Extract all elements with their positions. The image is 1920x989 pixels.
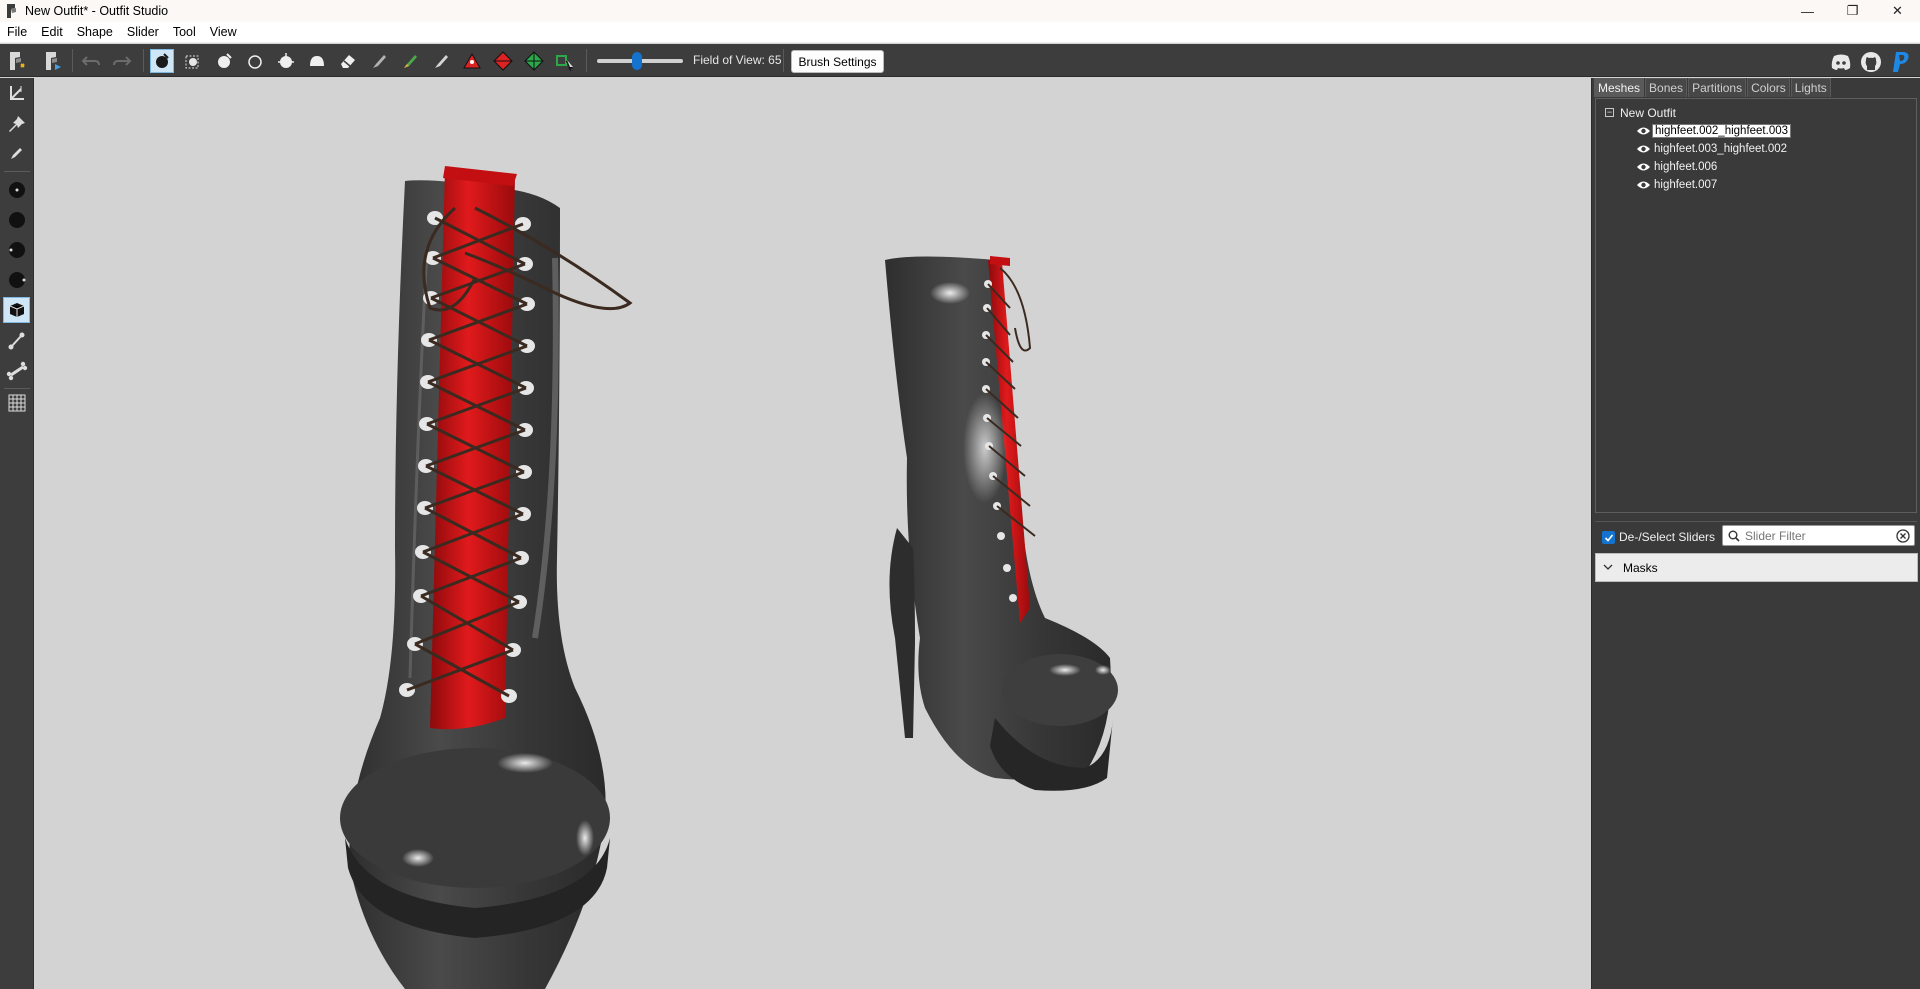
- paypal-icon[interactable]: [1889, 50, 1913, 74]
- chevron-down-icon[interactable]: [1603, 563, 1613, 571]
- app-icon: [7, 4, 16, 18]
- mesh-item[interactable]: highfeet.007: [1636, 177, 1719, 193]
- tree-root-label[interactable]: New Outfit: [1620, 106, 1676, 120]
- slider-controls: De-/Select Sliders: [1595, 521, 1917, 549]
- smooth-brush-icon[interactable]: [305, 49, 329, 73]
- github-icon[interactable]: [1859, 50, 1883, 74]
- maximize-button[interactable]: ❐: [1830, 0, 1875, 22]
- right-panel: Meshes Bones Partitions Colors Lights − …: [1591, 78, 1920, 989]
- weight-brush-icon[interactable]: [367, 49, 391, 73]
- mesh-label[interactable]: highfeet.007: [1652, 179, 1719, 191]
- move-brush-icon[interactable]: [274, 49, 298, 73]
- vertex-large-icon[interactable]: [3, 207, 30, 233]
- left-toolbar: [0, 78, 34, 989]
- menu-view[interactable]: View: [203, 25, 244, 39]
- new-project-icon[interactable]: [5, 49, 29, 73]
- slider-filter-field[interactable]: [1722, 525, 1915, 546]
- mesh-item[interactable]: highfeet.003_highfeet.002: [1636, 141, 1789, 157]
- pivot-icon[interactable]: [3, 111, 30, 137]
- tab-bones[interactable]: Bones: [1645, 78, 1688, 97]
- transform-icon[interactable]: [3, 80, 30, 106]
- title-bar: New Outfit* - Outfit Studio — ❐ ✕: [0, 0, 1920, 22]
- menu-slider[interactable]: Slider: [120, 25, 166, 39]
- visibility-eye-icon[interactable]: [1636, 126, 1651, 136]
- toolbar: Field of View: 65 Brush Settings: [0, 44, 1920, 77]
- grid-icon[interactable]: [3, 390, 30, 416]
- panel-tabs: Meshes Bones Partitions Colors Lights: [1594, 78, 1832, 98]
- menu-shape[interactable]: Shape: [70, 25, 120, 39]
- checkmark-icon: [1604, 533, 1613, 542]
- window-title: New Outfit* - Outfit Studio: [25, 4, 169, 18]
- split-edge-icon[interactable]: [522, 49, 546, 73]
- masks-label: Masks: [1623, 561, 1658, 575]
- search-icon: [1728, 530, 1740, 542]
- collapse-toggle-icon[interactable]: −: [1605, 108, 1614, 117]
- brush-settings-button[interactable]: Brush Settings: [791, 50, 884, 73]
- right-boot: [885, 256, 1118, 791]
- inflate-brush-icon[interactable]: [212, 49, 236, 73]
- collapse-vertex-icon[interactable]: [460, 49, 484, 73]
- mesh-label[interactable]: highfeet.006: [1652, 161, 1719, 173]
- boots-render: [340, 166, 1118, 989]
- mesh-item[interactable]: highfeet.006: [1636, 159, 1719, 175]
- mask-brush-icon[interactable]: [181, 49, 205, 73]
- vertex-small-icon[interactable]: [3, 177, 30, 203]
- brush-strength-icon[interactable]: [3, 267, 30, 293]
- delete-vertex-icon[interactable]: [553, 49, 577, 73]
- fov-slider-thumb[interactable]: [632, 52, 642, 70]
- bone-icon[interactable]: [3, 358, 30, 384]
- 3d-viewport[interactable]: [35, 78, 1590, 989]
- masks-slider-group[interactable]: Masks: [1595, 553, 1918, 582]
- visibility-eye-icon[interactable]: [1636, 144, 1651, 154]
- clear-icon[interactable]: [1896, 529, 1910, 543]
- menu-edit[interactable]: Edit: [34, 25, 70, 39]
- tab-partitions[interactable]: Partitions: [1688, 78, 1747, 97]
- slider-filter-input[interactable]: [1745, 528, 1893, 543]
- eraser-icon[interactable]: [336, 49, 360, 73]
- deflate-brush-icon[interactable]: [243, 49, 267, 73]
- mesh-item[interactable]: highfeet.002_highfeet.003: [1636, 123, 1792, 139]
- pencil-icon[interactable]: [3, 140, 30, 166]
- fov-label: Field of View: 65: [693, 53, 782, 67]
- minimize-button[interactable]: —: [1785, 0, 1830, 22]
- bone-edit-icon[interactable]: [3, 328, 30, 354]
- menu-tool[interactable]: Tool: [166, 25, 203, 39]
- deselect-sliders-checkbox[interactable]: [1602, 531, 1615, 544]
- brush-size-icon[interactable]: [3, 237, 30, 263]
- visibility-eye-icon[interactable]: [1636, 162, 1651, 172]
- flip-edge-icon[interactable]: [491, 49, 515, 73]
- visibility-eye-icon[interactable]: [1636, 180, 1651, 190]
- select-brush-icon[interactable]: [150, 49, 174, 73]
- left-boot: [340, 166, 633, 989]
- tab-meshes[interactable]: Meshes: [1594, 78, 1645, 97]
- mesh-tree: − New Outfit highfeet.002_highfeet.003 h…: [1595, 98, 1917, 513]
- redo-icon[interactable]: [110, 49, 134, 73]
- tab-colors[interactable]: Colors: [1747, 78, 1790, 97]
- close-button[interactable]: ✕: [1875, 0, 1920, 22]
- undo-icon[interactable]: [79, 49, 103, 73]
- discord-icon[interactable]: [1829, 50, 1853, 74]
- mesh-view-icon[interactable]: [3, 297, 30, 323]
- load-reference-icon[interactable]: [41, 49, 65, 73]
- deselect-sliders-label[interactable]: De-/Select Sliders: [1619, 530, 1715, 544]
- tab-lights[interactable]: Lights: [1790, 78, 1831, 97]
- alpha-brush-icon[interactable]: [429, 49, 453, 73]
- mesh-label[interactable]: highfeet.002_highfeet.003: [1652, 124, 1792, 138]
- color-brush-icon[interactable]: [398, 49, 422, 73]
- menu-file[interactable]: File: [0, 25, 34, 39]
- menu-bar: File Edit Shape Slider Tool View: [0, 22, 1920, 43]
- mesh-label[interactable]: highfeet.003_highfeet.002: [1652, 143, 1789, 155]
